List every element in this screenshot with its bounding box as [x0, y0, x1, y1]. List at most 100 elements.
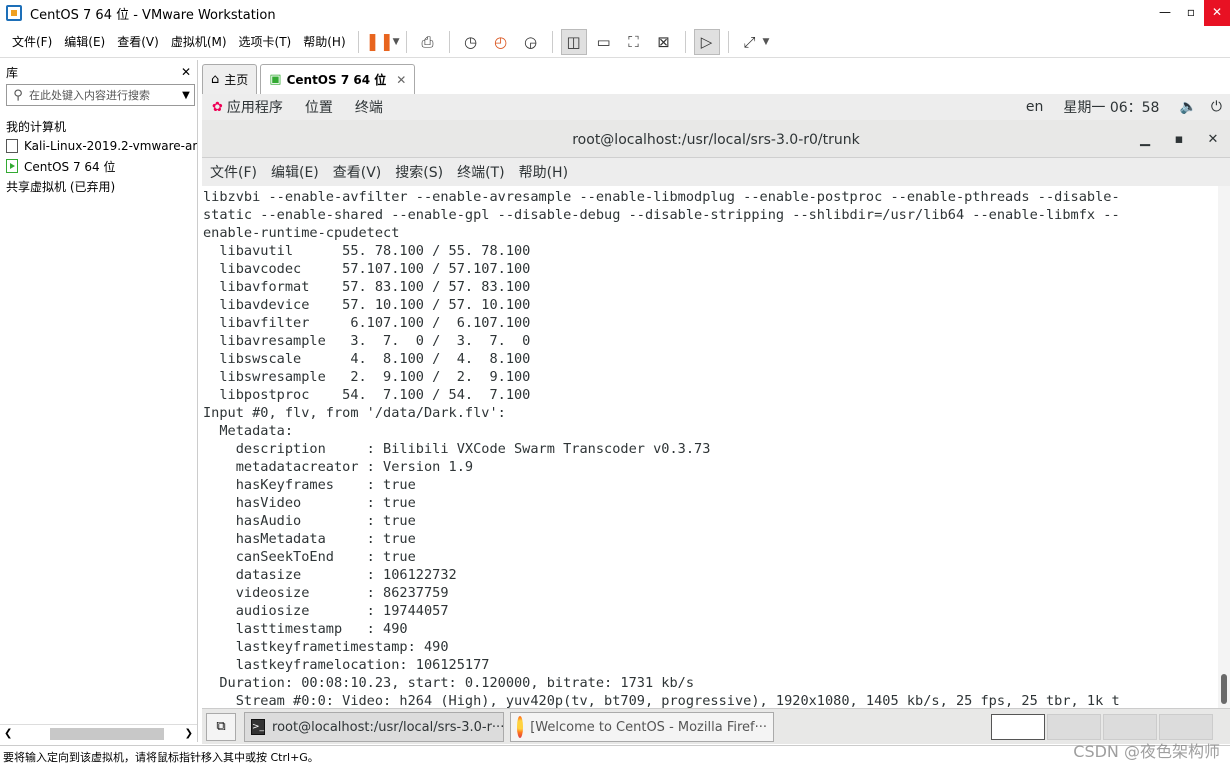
menu-bar: 文件(F) 编辑(E) 查看(V) 虚拟机(M) 选项卡(T) 帮助(H) ❚❚…: [0, 26, 1230, 58]
vm-console[interactable]: ✿ 应用程序 位置 终端 en 星期一 06：58 🔈 ⏻ root@local…: [202, 94, 1230, 708]
terminal-maximize-button[interactable]: ▪: [1162, 122, 1196, 158]
terminal-line: Input #0, flv, from '/data/Dark.flv':: [203, 405, 506, 421]
scroll-left-icon[interactable]: ❮: [4, 728, 12, 739]
window-minimize-button[interactable]: —: [1152, 0, 1178, 26]
menu-applications[interactable]: 应用程序: [227, 97, 283, 117]
taskbar-firefox-label: [Welcome to CentOS - Mozilla Firef···: [530, 719, 767, 735]
workspace-3[interactable]: [1103, 714, 1157, 740]
terminal-scroll-thumb[interactable]: [1221, 674, 1227, 704]
taskbar-firefox[interactable]: [Welcome to CentOS - Mozilla Firef···: [510, 712, 774, 742]
tree-my-computer-label: 我的计算机: [6, 119, 67, 134]
revert-snapshot-icon[interactable]: ◴: [488, 29, 514, 55]
terminal-line: hasAudio : true: [203, 513, 416, 529]
terminal-menu-edit[interactable]: 编辑(E): [271, 162, 319, 182]
library-header: 库 ✕: [0, 60, 197, 84]
snapshot-icon[interactable]: ◷: [458, 29, 484, 55]
terminal-menu-view[interactable]: 查看(V): [333, 162, 382, 182]
terminal-menu-help[interactable]: 帮助(H): [519, 162, 568, 182]
terminal-line: lastkeyframetimestamp: 490: [203, 639, 449, 655]
workspace-2[interactable]: [1047, 714, 1101, 740]
clock[interactable]: 星期一 06：58: [1063, 97, 1159, 117]
terminal-line: Duration: 00:08:10.23, start: 0.120000, …: [203, 675, 695, 691]
terminal-line: libavdevice 57. 10.100 / 57. 10.100: [203, 297, 531, 313]
terminal-line: hasKeyframes : true: [203, 477, 416, 493]
menu-help[interactable]: 帮助(H): [297, 33, 351, 50]
menu-vm[interactable]: 虚拟机(M): [165, 33, 233, 50]
stretch-dropdown-icon[interactable]: ▼: [763, 37, 770, 47]
library-search-input[interactable]: ⚲ 在此处键入内容进行搜索 ▼: [6, 84, 195, 106]
menu-file[interactable]: 文件(F): [6, 33, 58, 50]
terminal-menu-search[interactable]: 搜索(S): [395, 162, 443, 182]
taskbar-terminal[interactable]: >_ root@localhost:/usr/local/srs-3.0-r··…: [244, 712, 504, 742]
library-view-icon[interactable]: ◫: [560, 28, 587, 55]
terminal-line: metadatacreator : Version 1.9: [203, 459, 474, 475]
taskbar-terminal-label: root@localhost:/usr/local/srs-3.0-r···: [272, 719, 504, 735]
title-bar: CentOS 7 64 位 - VMware Workstation — ▫ ✕: [0, 0, 1230, 26]
library-close-button[interactable]: ✕: [181, 65, 191, 79]
terminal-lines: libzvbi --enable-avfilter --enable-avres…: [202, 186, 1218, 708]
input-method-indicator[interactable]: en: [1026, 99, 1044, 115]
terminal-scrollbar[interactable]: [1218, 186, 1230, 708]
library-horizontal-scrollbar[interactable]: ❮ ❯: [0, 724, 197, 742]
firefox-icon: [517, 716, 524, 738]
tree-shared-vms[interactable]: 共享虚拟机 (已弃用): [0, 176, 197, 196]
menu-tabs[interactable]: 选项卡(T): [233, 33, 298, 50]
terminal-close-button[interactable]: ✕: [1196, 122, 1230, 158]
tab-home-label: 主页: [224, 73, 249, 87]
vm-running-icon: ▣: [269, 72, 282, 87]
menu-terminal[interactable]: 终端: [355, 97, 383, 117]
terminal-minimize-button[interactable]: ▁: [1128, 122, 1162, 158]
window-close-button[interactable]: ✕: [1204, 0, 1230, 26]
pause-icon[interactable]: ❚❚: [365, 29, 394, 55]
terminal-line: libavcodec 57.107.100 / 57.107.100: [203, 261, 531, 277]
power-icon[interactable]: ⏻: [1211, 99, 1222, 115]
terminal-line: libavformat 57. 83.100 / 57. 83.100: [203, 279, 531, 295]
tab-bar: ⌂ 主页 ▣ CentOS 7 64 位 ✕: [202, 64, 418, 94]
console-view-icon[interactable]: ▷: [693, 28, 720, 55]
thumbnail-bar-icon[interactable]: ▭: [591, 29, 617, 55]
terminal-icon: >_: [251, 719, 266, 735]
volume-icon[interactable]: 🔈: [1179, 99, 1196, 115]
tree-my-computer[interactable]: 我的计算机: [0, 116, 197, 136]
home-icon: ⌂: [211, 72, 220, 87]
toolbar-separator: [727, 30, 729, 53]
vm-running-icon: [6, 159, 18, 173]
tab-centos[interactable]: ▣ CentOS 7 64 位 ✕: [260, 64, 416, 94]
tab-close-icon[interactable]: ✕: [396, 73, 406, 87]
stretch-guest-icon[interactable]: ⤢: [737, 29, 763, 55]
unity-icon[interactable]: ⊠: [651, 29, 677, 55]
terminal-menubar: 文件(F) 编辑(E) 查看(V) 搜索(S) 终端(T) 帮助(H): [202, 158, 1230, 186]
terminal-line: datasize : 106122732: [203, 567, 457, 583]
terminal-line: enable-runtime-cpudetect: [203, 225, 400, 241]
terminal-line: lastkeyframelocation: 106125177: [203, 657, 490, 673]
tab-home[interactable]: ⌂ 主页: [202, 64, 258, 94]
workspace-1[interactable]: [991, 714, 1045, 740]
tree-vm-kali-label: Kali-Linux-2019.2-vmware-am: [24, 139, 197, 153]
terminal-menu-terminal[interactable]: 终端(T): [457, 162, 504, 182]
status-text: 要将输入定向到该虚拟机，请将鼠标指针移入其中或按 Ctrl+G。: [3, 750, 319, 764]
tree-vm-kali[interactable]: Kali-Linux-2019.2-vmware-am: [0, 136, 197, 156]
terminal-line: canSeekToEnd : true: [203, 549, 416, 565]
search-dropdown-icon[interactable]: ▼: [178, 90, 194, 101]
menu-places[interactable]: 位置: [305, 97, 333, 117]
tree-vm-centos[interactable]: CentOS 7 64 位: [0, 156, 197, 176]
scroll-thumb[interactable]: [50, 728, 164, 740]
scroll-right-icon[interactable]: ❯: [185, 728, 193, 739]
pause-dropdown-icon[interactable]: ▼: [393, 37, 400, 47]
gnome-top-bar: ✿ 应用程序 位置 终端 en 星期一 06：58 🔈 ⏻: [202, 94, 1230, 120]
send-ctrl-alt-del-icon[interactable]: ⎙: [415, 29, 441, 55]
terminal-menu-file[interactable]: 文件(F): [210, 162, 257, 182]
library-title: 库: [6, 65, 19, 80]
menu-edit[interactable]: 编辑(E): [58, 33, 111, 50]
terminal-output[interactable]: libzvbi --enable-avfilter --enable-avres…: [202, 186, 1218, 708]
tree-shared-vms-label: 共享虚拟机 (已弃用): [6, 179, 116, 194]
show-desktop-button[interactable]: ⧉: [206, 713, 236, 741]
full-screen-icon[interactable]: ⛶: [621, 29, 647, 55]
terminal-line: static --enable-shared --enable-gpl --di…: [203, 207, 1120, 223]
snapshot-manager-icon[interactable]: ◶: [518, 29, 544, 55]
menu-view[interactable]: 查看(V): [111, 33, 165, 50]
terminal-line: libavutil 55. 78.100 / 55. 78.100: [203, 243, 531, 259]
terminal-line: description : Bilibili VXCode Swarm Tran…: [203, 441, 711, 457]
workspace-4[interactable]: [1159, 714, 1213, 740]
window-maximize-button[interactable]: ▫: [1178, 0, 1204, 26]
